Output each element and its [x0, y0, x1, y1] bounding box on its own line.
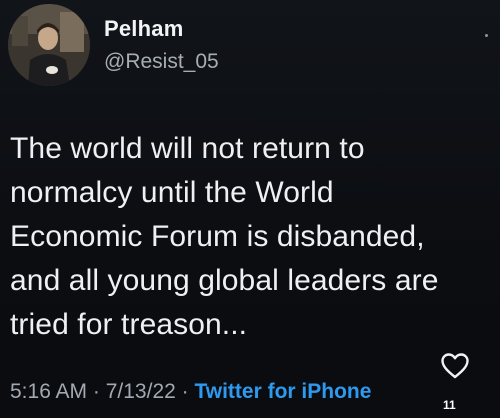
- tweet-text: The world will not return to normalcy un…: [10, 127, 490, 347]
- avatar-photo-icon: [8, 4, 90, 86]
- meta-separator: ·: [175, 380, 195, 403]
- tweet-date[interactable]: 7/13/22: [106, 380, 176, 403]
- tweet-source-link[interactable]: Twitter for iPhone: [194, 380, 371, 403]
- tweet-meta: 5:16 AM · 7/13/22 · Twitter for iPhone: [10, 380, 371, 404]
- tweet-text-line: The world will not return to: [10, 132, 365, 165]
- decorative-dot: [485, 34, 488, 37]
- tweet-time[interactable]: 5:16 AM: [10, 380, 87, 403]
- like-count: 11: [443, 398, 456, 412]
- meta-separator: ·: [87, 380, 106, 403]
- like-button[interactable]: [440, 352, 470, 380]
- tweet-text-line: Economic Forum is disbanded,: [10, 220, 425, 253]
- author-display-name[interactable]: Pelham: [104, 16, 183, 42]
- tweet-text-line: and all young global leaders are: [10, 264, 439, 297]
- author-handle[interactable]: @Resist_05: [104, 50, 219, 74]
- tweet-card: Pelham @Resist_05 The world will not ret…: [0, 0, 500, 418]
- tweet-text-line: normalcy until the World: [10, 176, 334, 209]
- heart-outline-icon: [441, 353, 469, 379]
- tweet-text-line: tried for treason...: [10, 308, 248, 341]
- author-avatar[interactable]: [8, 4, 90, 86]
